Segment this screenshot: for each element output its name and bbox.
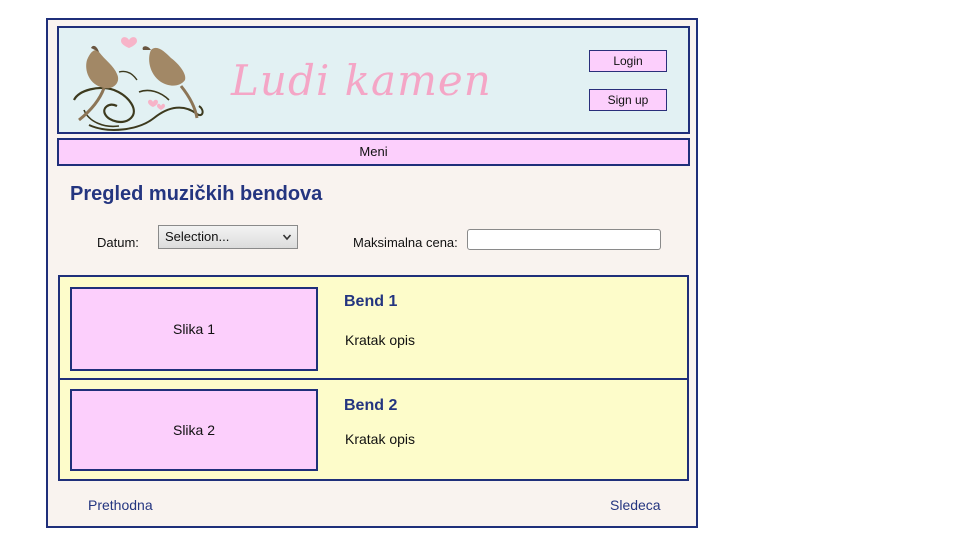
site-title: Ludi kamen — [231, 56, 492, 105]
band-description: Kratak opis — [345, 431, 416, 447]
next-page-link[interactable]: Sledeca — [610, 497, 661, 513]
page-container: Ludi kamen Login Sign up Meni Pregled mu… — [46, 18, 698, 528]
datum-select-value: Selection... — [165, 229, 230, 244]
band-image-label: Slika 2 — [172, 422, 216, 438]
max-price-input[interactable] — [467, 229, 661, 250]
band-name[interactable]: Bend 2 — [344, 397, 397, 415]
chevron-down-icon — [282, 234, 292, 241]
band-list: Slika 1 Bend 1 Kratak opis Slika 2 Bend … — [58, 275, 689, 481]
signup-button[interactable]: Sign up — [589, 89, 667, 111]
page-title: Pregled muzičkih bendova — [70, 183, 323, 205]
login-button[interactable]: Login — [589, 50, 667, 72]
band-name[interactable]: Bend 1 — [344, 293, 397, 311]
band-row[interactable]: Slika 1 Bend 1 Kratak opis — [60, 277, 687, 378]
header: Ludi kamen Login Sign up — [57, 26, 690, 134]
band-image[interactable]: Slika 2 — [70, 389, 318, 471]
datum-label: Datum: — [97, 235, 139, 250]
birds-logo-icon — [73, 37, 204, 131]
band-row[interactable]: Slika 2 Bend 2 Kratak opis — [60, 378, 687, 481]
menu-bar[interactable]: Meni — [57, 138, 690, 166]
band-image-label: Slika 1 — [172, 321, 216, 337]
datum-select[interactable]: Selection... — [158, 225, 298, 249]
max-price-label: Maksimalna cena: — [353, 235, 458, 250]
band-image[interactable]: Slika 1 — [70, 287, 318, 371]
band-description: Kratak opis — [345, 332, 416, 348]
previous-page-link[interactable]: Prethodna — [88, 497, 153, 513]
